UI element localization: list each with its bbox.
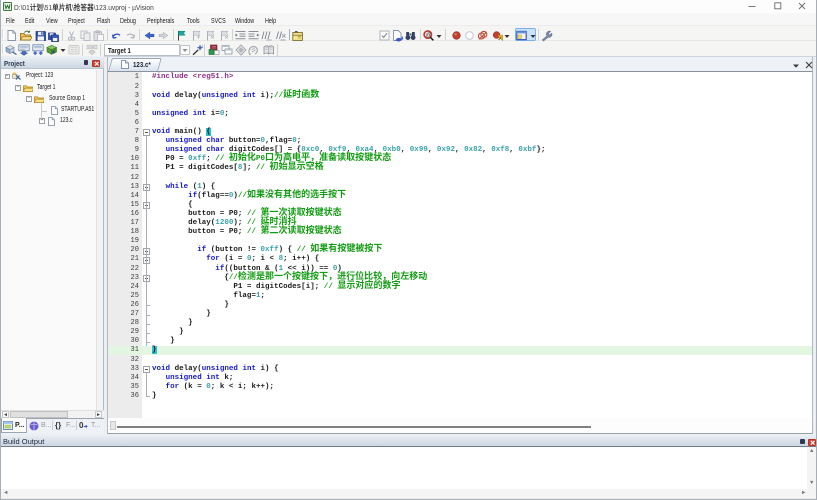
svg-text:LOAD: LOAD: [87, 45, 95, 49]
